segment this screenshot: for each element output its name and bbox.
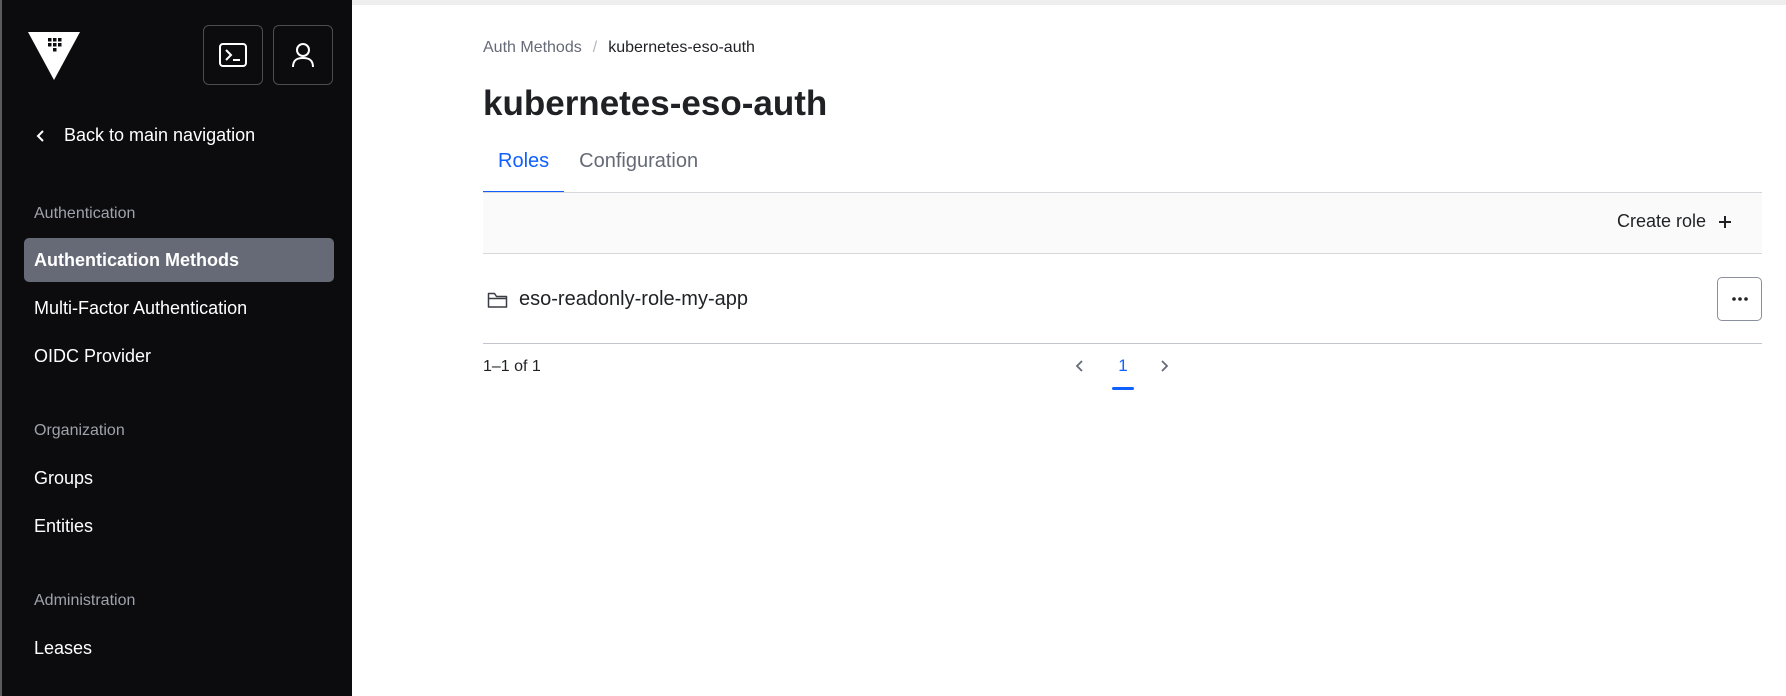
pagination-summary: 1–1 of 1	[483, 358, 541, 375]
vault-logo-icon[interactable]	[28, 30, 80, 80]
folder-icon	[487, 292, 508, 308]
sidebar: Back to main navigation Authentication A…	[0, 0, 352, 696]
sidebar-item-label: Multi-Factor Authentication	[34, 297, 248, 318]
role-name: eso-readonly-role-my-app	[519, 288, 748, 310]
breadcrumb: Auth Methods / kubernetes-eso-auth	[483, 39, 755, 57]
pagination-page-button[interactable]: 1	[1112, 356, 1134, 390]
tab-bar: Roles Configuration	[483, 146, 713, 193]
sidebar-item-oidc-provider[interactable]: OIDC Provider	[24, 334, 334, 378]
sidebar-item-groups[interactable]: Groups	[24, 456, 334, 500]
console-button[interactable]	[203, 25, 263, 85]
section-title-organization: Organization	[34, 422, 125, 439]
sidebar-item-label: OIDC Provider	[34, 345, 152, 366]
more-actions-button[interactable]	[1717, 277, 1762, 321]
back-to-main-navigation-link[interactable]: Back to main navigation	[34, 125, 255, 146]
sidebar-item-multi-factor-authentication[interactable]: Multi-Factor Authentication	[24, 286, 334, 330]
sidebar-item-label: Entities	[34, 515, 94, 536]
page-number: 1	[1118, 356, 1128, 375]
sidebar-item-label: Groups	[34, 467, 94, 488]
tab-configuration[interactable]: Configuration	[564, 146, 713, 193]
breadcrumb-auth-methods-link[interactable]: Auth Methods	[483, 39, 582, 57]
breadcrumb-separator: /	[592, 39, 598, 56]
create-role-label: Create role	[1616, 211, 1706, 231]
breadcrumb-current: kubernetes-eso-auth	[608, 39, 755, 56]
tab-roles[interactable]: Roles	[483, 146, 565, 193]
sidebar-item-entities[interactable]: Entities	[24, 504, 334, 548]
toolbar: Create role	[483, 192, 1762, 254]
chevron-left-icon	[36, 129, 44, 142]
sidebar-item-label: Authentication Methods	[34, 249, 239, 270]
user-menu-button[interactable]	[273, 25, 333, 85]
page-title: kubernetes-eso-auth	[483, 84, 828, 123]
plus-icon	[1719, 215, 1731, 228]
section-title-authentication: Authentication	[34, 205, 136, 222]
sidebar-item-authentication-methods[interactable]: Authentication Methods	[24, 238, 334, 282]
back-label: Back to main navigation	[64, 125, 256, 145]
chevron-right-icon[interactable]	[1156, 357, 1172, 375]
chevron-left-icon[interactable]	[1072, 357, 1088, 375]
role-link[interactable]: eso-readonly-role-my-app	[487, 288, 748, 311]
sidebar-item-leases[interactable]: Leases	[24, 626, 334, 670]
list-item: eso-readonly-role-my-app	[483, 255, 1762, 344]
section-title-administration: Administration	[34, 592, 136, 609]
top-divider	[352, 0, 1786, 5]
create-role-button[interactable]: Create role	[1617, 211, 1732, 232]
sidebar-item-label: Leases	[34, 637, 93, 658]
ellipsis-icon	[1731, 297, 1748, 301]
user-icon	[292, 43, 314, 68]
active-page-indicator	[1112, 387, 1134, 390]
terminal-icon	[219, 43, 247, 67]
